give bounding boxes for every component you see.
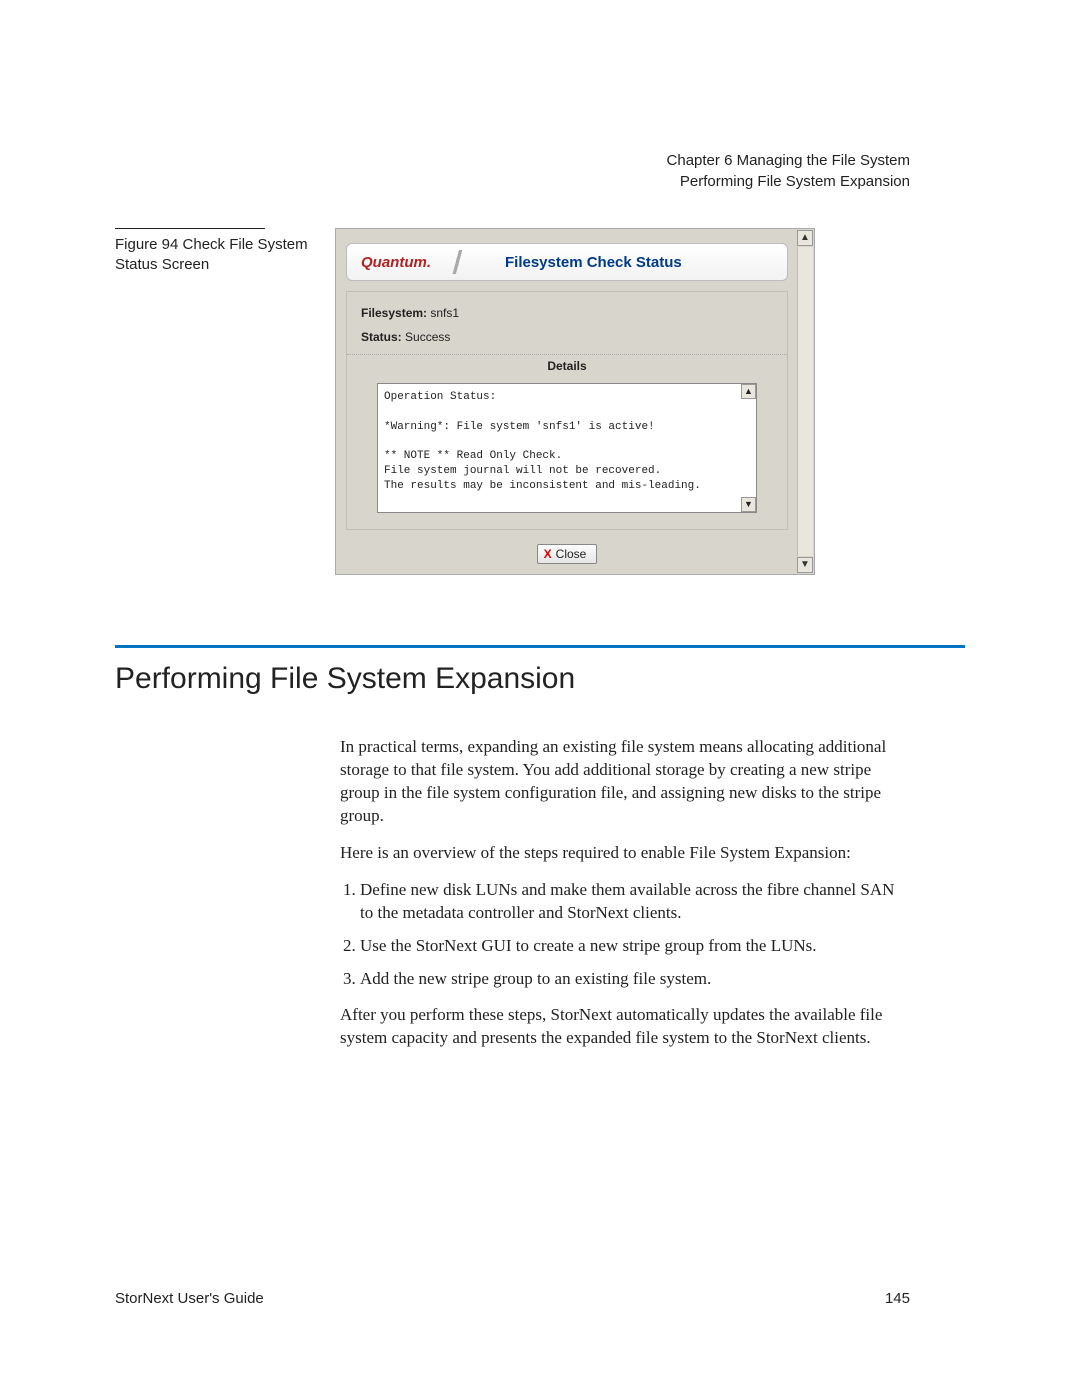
close-label: Close	[556, 547, 587, 561]
filesystem-value: snfs1	[430, 306, 459, 320]
steps-list: Define new disk LUNs and make them avail…	[340, 879, 910, 991]
step-item: Add the new stripe group to an existing …	[360, 968, 910, 991]
section-heading: Performing File System Expansion	[115, 662, 965, 696]
close-button[interactable]: X Close	[537, 544, 598, 564]
topic-label: Performing File System Expansion	[667, 171, 910, 192]
status-label: Status:	[361, 330, 402, 344]
dialog-titlebar: Quantum. Filesystem Check Status	[346, 243, 788, 281]
intro-para-1: In practical terms, expanding an existin…	[340, 736, 910, 828]
filesystem-label: Filesystem:	[361, 306, 427, 320]
log-scroll-down-icon[interactable]: ▼	[741, 497, 756, 512]
filesystem-row: Filesystem: snfs1	[361, 306, 773, 320]
step-item: Use the StorNext GUI to create a new str…	[360, 935, 910, 958]
outer-scroll-up-icon[interactable]: ▲	[797, 230, 813, 246]
step-item: Define new disk LUNs and make them avail…	[360, 879, 910, 925]
log-scroll-up-icon[interactable]: ▲	[741, 384, 756, 399]
chapter-label: Chapter 6 Managing the File System	[667, 150, 910, 171]
close-x-icon: X	[544, 547, 552, 561]
details-heading: Details	[347, 354, 787, 373]
status-row: Status: Success	[361, 330, 773, 344]
operation-log: Operation Status: *Warning*: File system…	[377, 383, 757, 513]
brand-slash-icon	[433, 250, 483, 274]
brand-logo: Quantum.	[361, 254, 431, 271]
page-header: Chapter 6 Managing the File System Perfo…	[667, 150, 910, 192]
intro-para-3: After you perform these steps, StorNext …	[340, 1004, 910, 1050]
status-screenshot: ▲ ▼ Quantum. Filesystem Check Status Fil…	[335, 228, 815, 575]
dialog-title: Filesystem Check Status	[505, 254, 682, 271]
dialog-body: Filesystem: snfs1 Status: Success Detail…	[346, 291, 788, 530]
status-value: Success	[405, 330, 450, 344]
footer-guide: StorNext User's Guide	[115, 1290, 264, 1307]
section-divider	[115, 645, 965, 648]
section-body: In practical terms, expanding an existin…	[340, 736, 910, 1050]
figure-caption: Figure 94 Check File System Status Scree…	[115, 235, 315, 276]
intro-para-2: Here is an overview of the steps require…	[340, 842, 910, 865]
outer-scroll-down-icon[interactable]: ▼	[797, 557, 813, 573]
footer-page: 145	[885, 1290, 910, 1307]
figure-rule	[115, 228, 265, 229]
outer-scroll-track[interactable]	[797, 247, 813, 556]
